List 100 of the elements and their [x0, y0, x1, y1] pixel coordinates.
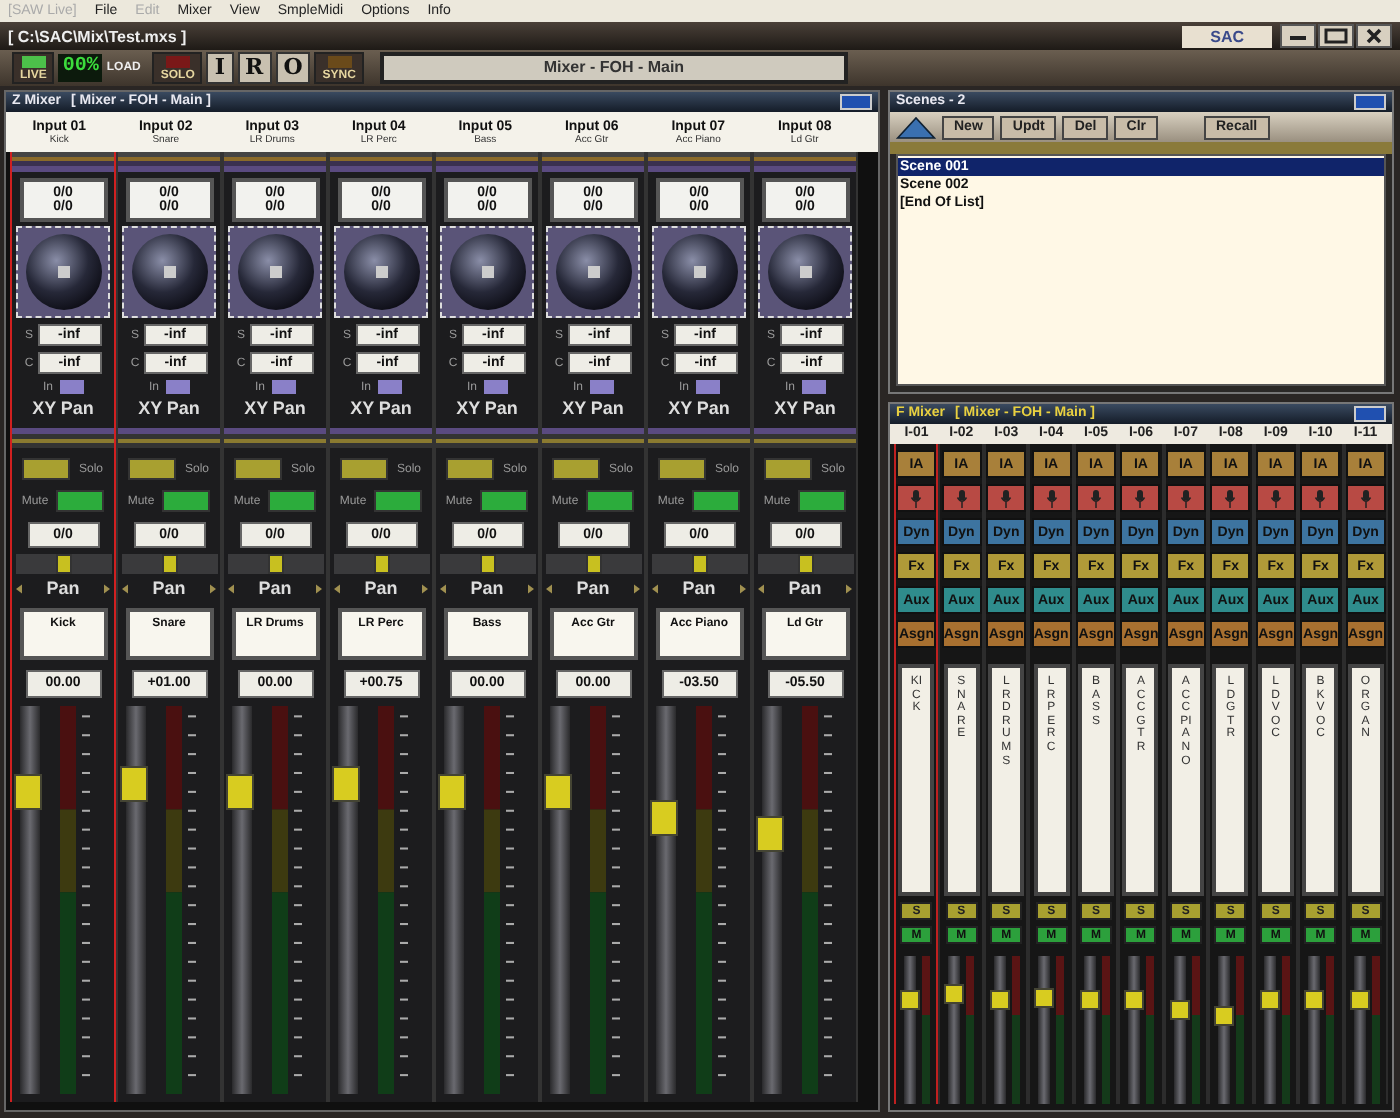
in-button[interactable] [271, 380, 295, 394]
in-button[interactable] [483, 380, 507, 394]
right-arrow-icon[interactable] [527, 583, 534, 593]
fader-thumb[interactable] [120, 765, 148, 802]
mute-button[interactable] [586, 490, 635, 512]
in-button[interactable] [801, 380, 825, 394]
in-button[interactable] [165, 380, 189, 394]
mute-button[interactable] [56, 490, 105, 512]
solo-button[interactable] [764, 458, 813, 480]
load-display: 00% [58, 54, 103, 82]
microphone-icon [955, 489, 968, 507]
panel-button[interactable] [1354, 406, 1386, 422]
fader-thumb[interactable] [1259, 990, 1280, 1011]
pan-label: Pan [576, 576, 610, 600]
right-arrow-icon[interactable] [315, 583, 322, 593]
in-button[interactable] [377, 380, 401, 394]
fader-thumb[interactable] [650, 800, 678, 837]
mute-button[interactable] [374, 490, 423, 512]
fader-thumb[interactable] [14, 773, 42, 810]
fader-thumb[interactable] [1124, 990, 1145, 1011]
gate-button[interactable] [986, 484, 1027, 512]
up-arrow-icon[interactable] [896, 115, 936, 139]
minimize-icon[interactable] [1280, 24, 1316, 48]
right-arrow-icon[interactable] [209, 583, 216, 593]
gate-button[interactable] [1345, 484, 1386, 512]
solo-button[interactable] [446, 458, 495, 480]
pan-slider-thumb[interactable] [585, 554, 601, 574]
right-arrow-icon[interactable] [739, 583, 746, 593]
xy-pan-label: XY Pan [456, 398, 518, 420]
in-button[interactable] [59, 380, 83, 394]
right-arrow-icon[interactable] [845, 583, 852, 593]
pan-slider-thumb[interactable] [691, 554, 707, 574]
fader-thumb[interactable] [1304, 990, 1325, 1011]
solo-button[interactable] [340, 458, 389, 480]
gate-button[interactable] [1076, 484, 1117, 512]
solo-button[interactable] [22, 458, 71, 480]
gate-button[interactable] [1255, 484, 1296, 512]
panel-button[interactable] [840, 94, 872, 110]
left-arrow-icon[interactable] [334, 583, 340, 593]
pan-label: Pan [470, 576, 504, 600]
microphone-icon [1045, 489, 1058, 507]
left-arrow-icon[interactable] [546, 583, 552, 593]
decorative-band [224, 428, 326, 448]
close-icon[interactable] [1356, 24, 1392, 48]
gate-button[interactable] [1031, 484, 1072, 512]
fader-thumb[interactable] [226, 773, 254, 810]
left-arrow-icon[interactable] [228, 583, 234, 593]
io-button[interactable]: R [237, 52, 272, 84]
left-arrow-icon[interactable] [16, 583, 22, 593]
solo-button[interactable] [128, 458, 177, 480]
gate-button[interactable] [1210, 484, 1251, 512]
gate-button[interactable] [1165, 484, 1206, 512]
mute-button[interactable] [480, 490, 529, 512]
pan-label: Pan [788, 576, 822, 600]
fader-thumb[interactable] [989, 990, 1010, 1011]
fader-thumb[interactable] [1214, 1005, 1235, 1026]
xy-pan-label: XY Pan [138, 398, 200, 420]
gate-button[interactable] [1120, 484, 1161, 512]
solo-button[interactable] [234, 458, 283, 480]
panel-button[interactable] [1354, 94, 1386, 110]
mute-button[interactable] [798, 490, 847, 512]
in-button[interactable] [589, 380, 613, 394]
left-arrow-icon[interactable] [122, 583, 128, 593]
gate-button[interactable] [1300, 484, 1341, 512]
fader-thumb[interactable] [544, 773, 572, 810]
maximize-icon[interactable] [1318, 24, 1354, 48]
in-button[interactable] [695, 380, 719, 394]
fader-thumb[interactable] [756, 816, 784, 853]
right-arrow-icon[interactable] [103, 583, 110, 593]
gate-button[interactable] [941, 484, 982, 512]
io-button[interactable]: I [206, 52, 234, 84]
fader-thumb[interactable] [332, 765, 360, 802]
pan-slider-thumb[interactable] [373, 554, 389, 574]
pan-slider-thumb[interactable] [797, 554, 813, 574]
fader-thumb[interactable] [1349, 990, 1370, 1011]
fader-thumb[interactable] [1079, 990, 1100, 1011]
fader-thumb[interactable] [1169, 999, 1190, 1020]
right-arrow-icon[interactable] [633, 583, 640, 593]
mute-button[interactable] [268, 490, 317, 512]
fader-thumb[interactable] [944, 984, 965, 1005]
pan-slider-thumb[interactable] [479, 554, 495, 574]
fader-thumb[interactable] [1034, 987, 1055, 1008]
mute-button[interactable] [692, 490, 741, 512]
io-button[interactable]: O [275, 52, 311, 84]
fader-thumb[interactable] [900, 990, 920, 1011]
pan-slider-thumb[interactable] [161, 554, 177, 574]
microphone-icon [1000, 489, 1013, 507]
mute-button[interactable] [162, 490, 211, 512]
left-arrow-icon[interactable] [758, 583, 764, 593]
left-arrow-icon[interactable] [652, 583, 658, 593]
pan-slider-thumb[interactable] [55, 554, 71, 574]
microphone-icon [1179, 489, 1192, 507]
right-arrow-icon[interactable] [421, 583, 428, 593]
pan-slider-thumb[interactable] [267, 554, 283, 574]
solo-button[interactable] [658, 458, 707, 480]
left-arrow-icon[interactable] [440, 583, 446, 593]
fader-thumb[interactable] [438, 773, 466, 810]
decorative-band [12, 428, 114, 448]
gate-button[interactable] [896, 484, 937, 512]
solo-button[interactable] [552, 458, 601, 480]
